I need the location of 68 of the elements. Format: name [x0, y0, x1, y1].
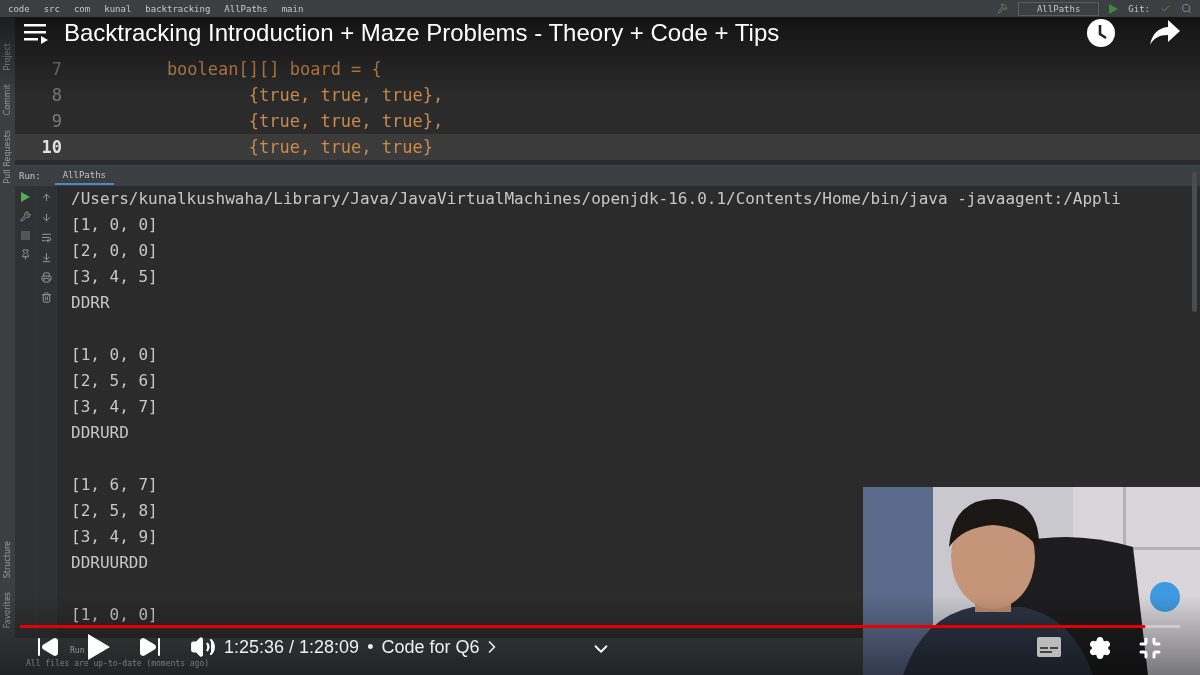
git-label: Git: [1128, 3, 1150, 14]
tool-window-tab[interactable]: Pull Requests [3, 129, 12, 184]
wrench-icon[interactable] [19, 211, 31, 222]
console-line: [3, 4, 9] [71, 529, 158, 545]
watch-later-icon[interactable] [1086, 18, 1116, 48]
separator-dot: • [367, 636, 374, 658]
console-line: [1, 0, 0] [71, 607, 158, 623]
scroll-to-end-icon[interactable] [40, 252, 52, 263]
code-line: {true, true, true} [247, 137, 433, 157]
line-number: 10 [40, 137, 63, 157]
breadcrumb[interactable]: kunal [104, 3, 132, 14]
tool-window-tab[interactable]: Commit [3, 84, 12, 116]
tool-window-tab[interactable]: Structure [3, 540, 12, 578]
next-button[interactable] [138, 635, 162, 659]
run-icon[interactable] [20, 192, 30, 202]
up-arrow-icon[interactable] [40, 192, 52, 203]
breadcrumb[interactable]: src [43, 3, 60, 14]
console-line: DDRUURDD [71, 555, 149, 571]
video-title: Backtracking Introduction + Maze Problems - Theory + Code + Tips [64, 19, 780, 47]
status-message: All files are up-to-date (moments ago) [26, 658, 211, 668]
console-line: [2, 5, 8] [71, 503, 158, 519]
breadcrumb[interactable]: main [281, 3, 304, 14]
previous-button[interactable] [36, 635, 60, 659]
console-line: [1, 0, 0] [71, 217, 158, 233]
console-line: DDRURD [71, 425, 129, 441]
check-icon[interactable] [1160, 3, 1171, 14]
console-line: /Users/kunalkushwaha/Library/Java/JavaVirtualMachines/openjdk-16.0.1/Contents/Home/bin/java -javaagent:/Appli [71, 191, 1121, 207]
volume-button[interactable] [190, 634, 216, 660]
run-label: Run: [19, 171, 41, 181]
console-tab[interactable]: AllPaths [54, 167, 115, 185]
play-button[interactable] [88, 634, 110, 660]
console-line: [3, 4, 5] [71, 269, 158, 285]
settings-button[interactable] [1088, 636, 1112, 660]
print-icon[interactable] [40, 272, 52, 283]
console-line: [1, 0, 0] [71, 347, 158, 363]
breadcrumb[interactable]: com [73, 3, 91, 14]
search-icon[interactable] [1181, 3, 1192, 14]
breadcrumb[interactable]: AllPaths [224, 3, 268, 14]
down-arrow-icon[interactable] [40, 212, 52, 223]
console-line: DDRR [71, 295, 110, 311]
line-number: 7 [50, 59, 63, 79]
captions-button[interactable] [1036, 636, 1062, 660]
hammer-icon[interactable] [996, 3, 1008, 14]
playlist-icon[interactable] [22, 21, 50, 45]
code-line: {true, true, true}, [247, 85, 444, 105]
status-tab[interactable]: Run [70, 645, 85, 655]
run-config-dropdown[interactable]: AllPaths [1017, 1, 1100, 16]
scrollbar-thumb[interactable] [1192, 172, 1197, 312]
tool-window-tab[interactable]: Favorites [3, 591, 12, 628]
trash-icon[interactable] [40, 292, 52, 303]
console-line: [2, 0, 0] [71, 243, 158, 259]
console-line: [2, 5, 6] [71, 373, 158, 389]
share-icon[interactable] [1150, 20, 1180, 46]
line-number: 8 [50, 85, 63, 105]
line-number: 9 [50, 111, 63, 131]
chapter-link[interactable]: Code for Q6 [381, 636, 502, 658]
progress-bar[interactable] [20, 625, 1180, 628]
wrap-icon[interactable] [40, 232, 52, 243]
breadcrumb[interactable]: code [8, 3, 30, 14]
pin-icon[interactable] [19, 249, 31, 260]
code-line: boolean[][] board = { [165, 59, 382, 79]
run-icon[interactable] [1109, 3, 1119, 14]
breadcrumb[interactable]: backtracking [145, 3, 211, 14]
console-line: [3, 4, 7] [71, 399, 158, 415]
time-display: 1:25:36 / 1:28:09 [224, 636, 360, 658]
exit-fullscreen-button[interactable] [1138, 636, 1162, 660]
code-line: {true, true, true}, [247, 111, 444, 131]
console-line: [1, 6, 7] [71, 477, 158, 493]
